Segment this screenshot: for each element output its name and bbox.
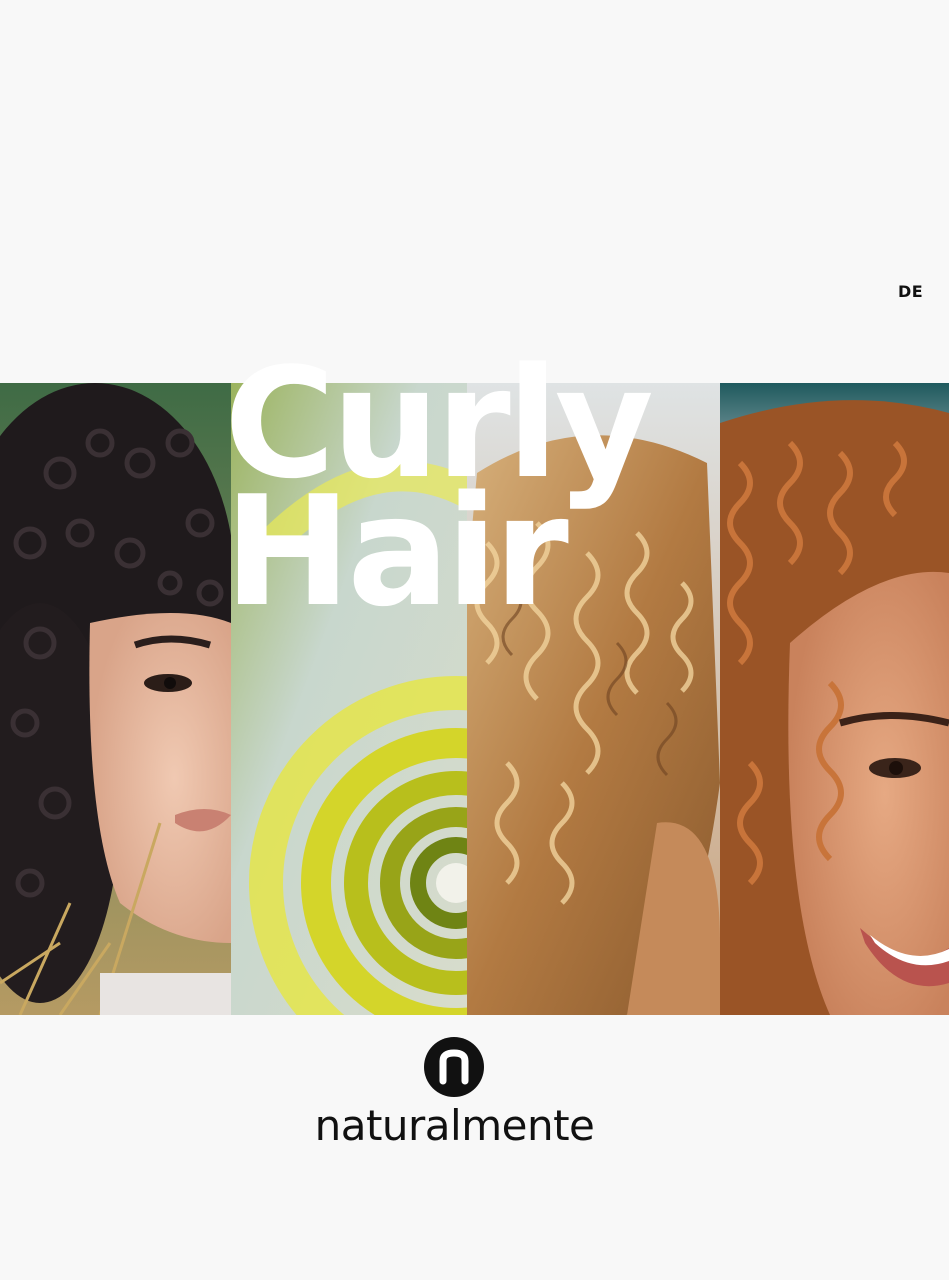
- photo-auburn-curls: [720, 383, 949, 1015]
- photo-dark-curly-hair: [0, 383, 231, 1015]
- language-switch[interactable]: DE: [898, 282, 923, 301]
- headline: Curly Hair: [224, 348, 654, 628]
- brand-badge-icon: [424, 1037, 484, 1097]
- brand-wordmark: naturalmente: [314, 1101, 595, 1150]
